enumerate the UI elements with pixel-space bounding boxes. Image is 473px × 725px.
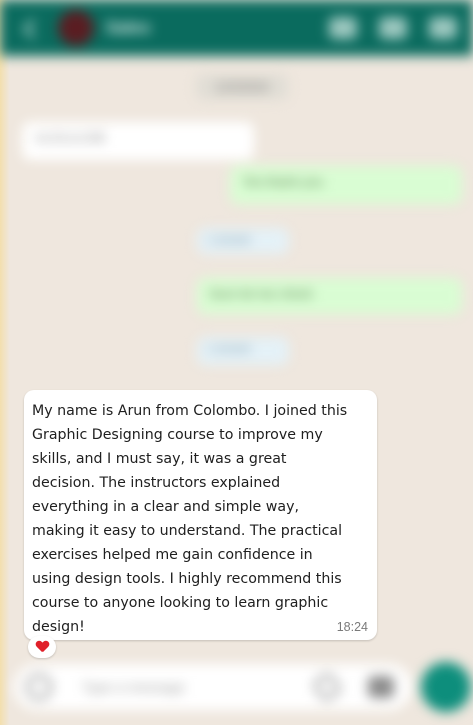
- chat-screen: Sales 12/3/2024 +1 3 1-1 3 8 Yes thank y…: [0, 0, 473, 725]
- attach-icon[interactable]: [311, 670, 343, 704]
- message-text: My name is Arun from Colombo. I joined t…: [32, 403, 348, 635]
- message-input[interactable]: Type a message: [82, 679, 185, 695]
- back-arrow-icon[interactable]: [18, 15, 44, 41]
- camera-icon[interactable]: [368, 676, 394, 698]
- message-chip: 1 answer: [197, 337, 289, 365]
- contact-name[interactable]: Sales: [106, 18, 150, 38]
- video-call-icon[interactable]: [329, 17, 357, 39]
- phone-icon[interactable]: [379, 17, 407, 39]
- emoji-icon[interactable]: [26, 674, 52, 700]
- avatar[interactable]: [58, 10, 94, 46]
- message-time: 18:24: [336, 620, 368, 634]
- message-chip: 1 answer: [197, 228, 289, 254]
- incoming-message: +1 3 1-1 3 8: [22, 122, 254, 160]
- message-input-bar: Type a message: [14, 664, 412, 710]
- message-reaction[interactable]: [28, 636, 56, 658]
- testimonial-message-bubble[interactable]: My name is Arun from Colombo. I joined t…: [24, 390, 377, 640]
- outgoing-message: Sure let me check: [197, 278, 462, 314]
- mic-button[interactable]: [421, 662, 471, 712]
- heart-icon: [36, 641, 49, 653]
- date-chip: 12/3/2024: [196, 74, 288, 100]
- menu-icon[interactable]: [429, 17, 457, 39]
- outgoing-message: Yes thank you: [230, 166, 462, 204]
- header-actions: [329, 17, 457, 39]
- chat-header: Sales: [0, 0, 473, 56]
